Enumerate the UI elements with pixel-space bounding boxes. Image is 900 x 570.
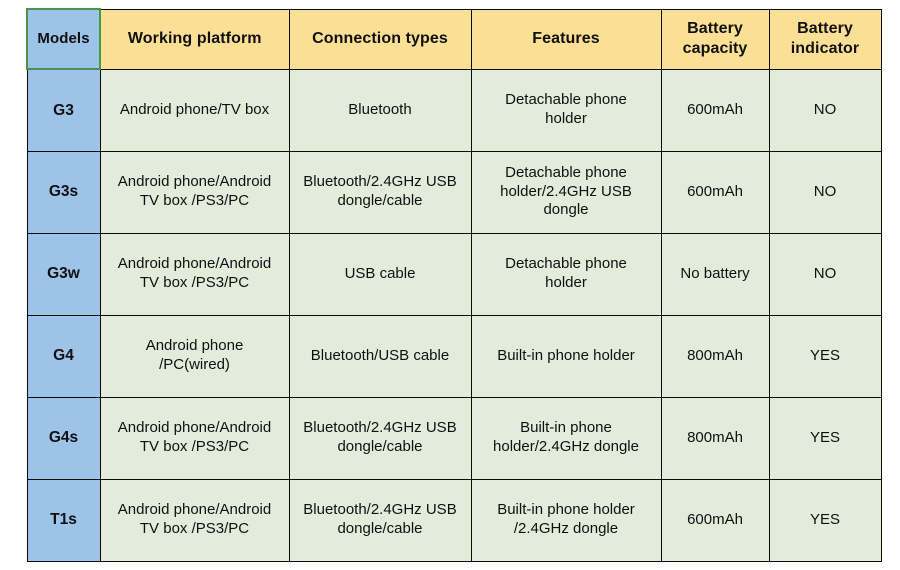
battery-indicator-value: YES: [809, 510, 840, 528]
connection-types-value: Bluetooth: [348, 100, 412, 118]
features-value: Built-in phone holder: [497, 346, 635, 364]
cell-connection-types: Bluetooth/USB cable: [288, 314, 472, 398]
cell-battery-capacity: 600mAh: [660, 68, 770, 152]
connection-types-value: USB cable: [344, 264, 416, 282]
table-row: G4s Android phone/Android TV box /PS3/PC…: [26, 396, 882, 480]
features-value: Detachable phone holder/2.4GHz USB dongl…: [500, 164, 632, 219]
cell-model-name: G3w: [26, 232, 101, 316]
battery-indicator-value: NO: [813, 100, 837, 118]
table-header-row: Models Working platform Connection types…: [26, 8, 882, 70]
cell-working-platform: Android phone/Android TV box /PS3/PC: [99, 478, 290, 562]
model-name-label: G4s: [48, 429, 79, 447]
device-specification-table: Models Working platform Connection types…: [26, 8, 882, 562]
column-header-connection-types-label: Connection types: [312, 30, 448, 48]
cell-features: Detachable phone holder: [470, 232, 662, 316]
cell-connection-types: Bluetooth/2.4GHz USB dongle/cable: [288, 150, 472, 234]
working-platform-value: Android phone/TV box: [119, 100, 270, 118]
table-row: G3s Android phone/Android TV box /PS3/PC…: [26, 150, 882, 234]
model-name-label: G3: [53, 101, 74, 119]
connection-types-value: Bluetooth/2.4GHz USB dongle/cable: [303, 419, 457, 455]
cell-working-platform: Android phone /PC(wired): [99, 314, 290, 398]
column-header-battery-indicator: Battery indicator: [768, 8, 882, 70]
column-header-battery-capacity-label: Battery capacity: [682, 20, 748, 57]
cell-model-name: G4: [26, 314, 101, 398]
table-body: Models Working platform Connection types…: [26, 8, 882, 562]
model-name-label: G4: [53, 347, 74, 365]
cell-features: Built-in phone holder/2.4GHz dongle: [470, 396, 662, 480]
cell-features: Built-in phone holder /2.4GHz dongle: [470, 478, 662, 562]
battery-indicator-value: YES: [809, 428, 840, 446]
connection-types-value: Bluetooth/2.4GHz USB dongle/cable: [303, 501, 457, 537]
cell-battery-capacity: 600mAh: [660, 150, 770, 234]
table-row: G3 Android phone/TV box Bluetooth Detach…: [26, 68, 882, 152]
cell-working-platform: Android phone/TV box: [99, 68, 290, 152]
battery-capacity-value: No battery: [680, 264, 750, 282]
cell-features: Detachable phone holder: [470, 68, 662, 152]
cell-connection-types: Bluetooth/2.4GHz USB dongle/cable: [288, 478, 472, 562]
cell-working-platform: Android phone/Android TV box /PS3/PC: [99, 232, 290, 316]
features-value: Detachable phone holder: [505, 255, 627, 291]
cell-model-name: G4s: [26, 396, 101, 480]
specification-table-container: Models Working platform Connection types…: [26, 8, 882, 562]
features-value: Built-in phone holder /2.4GHz dongle: [497, 501, 635, 537]
table-row: G3w Android phone/Android TV box /PS3/PC…: [26, 232, 882, 316]
cell-model-name: G3s: [26, 150, 101, 234]
cell-working-platform: Android phone/Android TV box /PS3/PC: [99, 150, 290, 234]
model-name-label: G3s: [48, 183, 79, 201]
column-header-features-label: Features: [532, 30, 600, 48]
column-header-battery-indicator-label: Battery indicator: [790, 20, 860, 57]
working-platform-value: Android phone/Android TV box /PS3/PC: [117, 173, 272, 209]
column-header-working-platform-label: Working platform: [127, 30, 262, 48]
working-platform-value: Android phone/Android TV box /PS3/PC: [117, 255, 272, 291]
column-header-connection-types: Connection types: [288, 8, 472, 70]
cell-connection-types: Bluetooth/2.4GHz USB dongle/cable: [288, 396, 472, 480]
battery-capacity-value: 800mAh: [687, 346, 743, 364]
column-header-features: Features: [470, 8, 662, 70]
cell-battery-capacity: 800mAh: [660, 396, 770, 480]
battery-capacity-value: 600mAh: [687, 182, 743, 200]
working-platform-value: Android phone /PC(wired): [145, 337, 244, 373]
cell-battery-indicator: YES: [768, 478, 882, 562]
cell-battery-capacity: 800mAh: [660, 314, 770, 398]
cell-battery-indicator: YES: [768, 396, 882, 480]
table-row: G4 Android phone /PC(wired) Bluetooth/US…: [26, 314, 882, 398]
column-header-battery-capacity: Battery capacity: [660, 8, 770, 70]
battery-indicator-value: YES: [809, 346, 840, 364]
battery-indicator-value: NO: [813, 182, 837, 200]
cell-battery-indicator: NO: [768, 150, 882, 234]
features-value: Detachable phone holder: [505, 91, 627, 127]
connection-types-value: Bluetooth/USB cable: [310, 346, 450, 364]
cell-features: Detachable phone holder/2.4GHz USB dongl…: [470, 150, 662, 234]
table-row: T1s Android phone/Android TV box /PS3/PC…: [26, 478, 882, 562]
battery-indicator-value: NO: [813, 264, 837, 282]
column-header-working-platform: Working platform: [99, 8, 290, 70]
battery-capacity-value: 600mAh: [687, 510, 743, 528]
cell-features: Built-in phone holder: [470, 314, 662, 398]
connection-types-value: Bluetooth/2.4GHz USB dongle/cable: [303, 173, 457, 209]
cell-battery-indicator: YES: [768, 314, 882, 398]
battery-capacity-value: 800mAh: [687, 428, 743, 446]
cell-model-name: G3: [26, 68, 101, 152]
model-name-label: T1s: [50, 511, 77, 529]
column-header-models-label: Models: [37, 29, 90, 47]
cell-model-name: T1s: [26, 478, 101, 562]
cell-working-platform: Android phone/Android TV box /PS3/PC: [99, 396, 290, 480]
cell-connection-types: Bluetooth: [288, 68, 472, 152]
cell-battery-indicator: NO: [768, 68, 882, 152]
features-value: Built-in phone holder/2.4GHz dongle: [493, 419, 639, 455]
cell-battery-indicator: NO: [768, 232, 882, 316]
model-name-label: G3w: [47, 265, 80, 283]
cell-battery-capacity: 600mAh: [660, 478, 770, 562]
battery-capacity-value: 600mAh: [687, 100, 743, 118]
working-platform-value: Android phone/Android TV box /PS3/PC: [117, 501, 272, 537]
column-header-models[interactable]: Models: [26, 8, 101, 70]
working-platform-value: Android phone/Android TV box /PS3/PC: [117, 419, 272, 455]
cell-connection-types: USB cable: [288, 232, 472, 316]
cell-battery-capacity: No battery: [660, 232, 770, 316]
